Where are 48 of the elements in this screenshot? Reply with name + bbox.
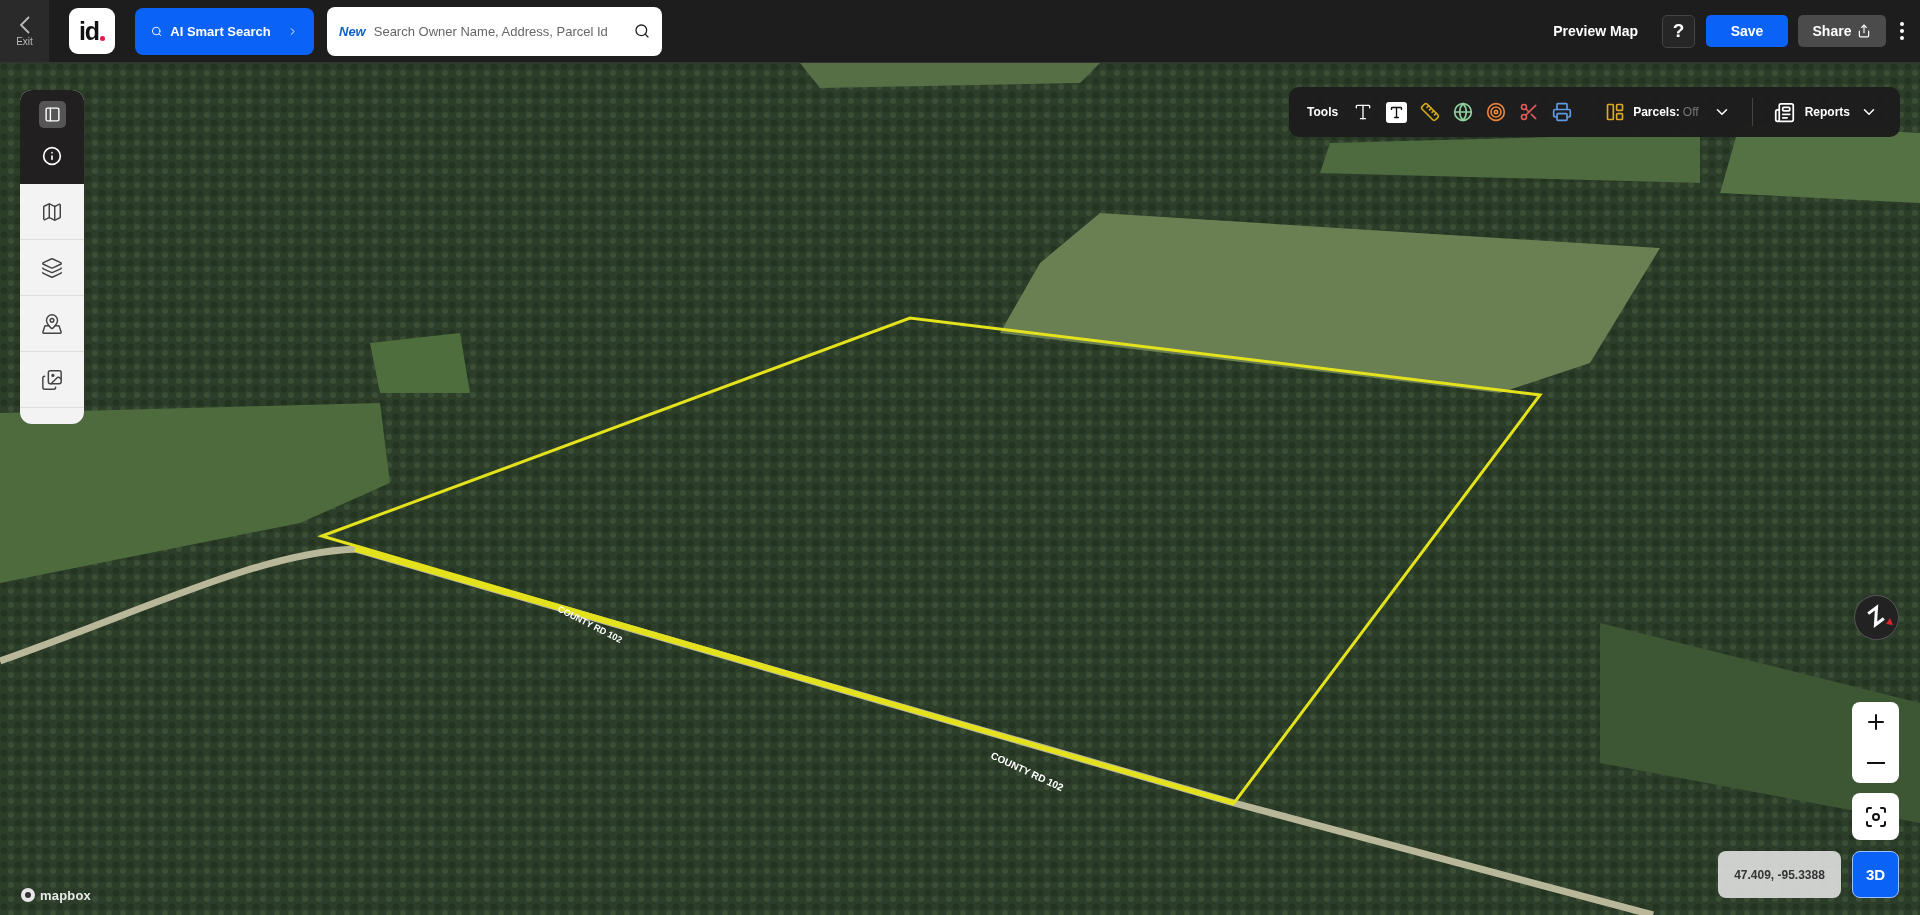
print-button[interactable] bbox=[1552, 102, 1573, 122]
fit-view-button[interactable] bbox=[1852, 793, 1899, 840]
reports-icon bbox=[1773, 101, 1795, 123]
coordinates-readout: 47.409, -95.3388 bbox=[1718, 851, 1841, 898]
parcels-toggle[interactable]: Parcels: Off bbox=[1605, 102, 1731, 122]
concentric-circles-icon bbox=[1486, 102, 1507, 122]
globe-icon bbox=[1453, 102, 1474, 122]
info-icon bbox=[42, 146, 62, 166]
map-pin-icon bbox=[41, 312, 63, 335]
search-box[interactable]: New Search Owner Name, Address, Parcel Id bbox=[327, 6, 662, 56]
exit-label: Exit bbox=[16, 35, 33, 47]
reports-button[interactable]: Reports bbox=[1773, 101, 1878, 123]
panel-toggle-button[interactable] bbox=[38, 101, 66, 128]
images-icon bbox=[41, 368, 63, 391]
radius-tool-button[interactable] bbox=[1486, 102, 1507, 122]
3d-toggle-button[interactable]: 3D bbox=[1852, 851, 1899, 898]
ruler-tool-button[interactable] bbox=[1420, 102, 1441, 122]
globe-tool-button[interactable] bbox=[1453, 102, 1474, 122]
save-button[interactable]: Save bbox=[1706, 15, 1788, 47]
minus-icon bbox=[1866, 761, 1885, 764]
text-box-icon bbox=[1386, 101, 1408, 123]
mapbox-attribution[interactable]: mapbox bbox=[40, 887, 92, 903]
panel-icon bbox=[43, 106, 61, 123]
back-icon bbox=[19, 15, 30, 34]
compass-icon[interactable] bbox=[1853, 594, 1900, 641]
ai-smart-search-button[interactable]: AI Smart Search bbox=[135, 7, 314, 55]
printer-icon bbox=[1552, 102, 1573, 122]
share-button[interactable]: Share bbox=[1798, 15, 1886, 47]
tools-label: Tools bbox=[1307, 105, 1339, 119]
parcels-icon bbox=[1605, 102, 1626, 122]
more-icon bbox=[1900, 22, 1904, 40]
layers-icon bbox=[41, 256, 63, 279]
logo[interactable]: id bbox=[69, 8, 115, 54]
focus-frame-icon bbox=[1863, 804, 1888, 829]
map-icon bbox=[41, 200, 63, 223]
exit-button[interactable]: Exit bbox=[0, 0, 49, 62]
text-box-tool-button[interactable] bbox=[1386, 101, 1408, 123]
preview-map-link[interactable]: Preview Map bbox=[1553, 23, 1638, 39]
help-button[interactable]: ? bbox=[1662, 14, 1695, 48]
ruler-icon bbox=[1420, 102, 1441, 122]
share-icon bbox=[1857, 24, 1872, 38]
logo-text: id bbox=[78, 16, 100, 46]
logo-dot-icon bbox=[100, 36, 106, 41]
mapbox-logo-icon bbox=[20, 887, 36, 903]
search-icon[interactable] bbox=[634, 23, 650, 39]
more-options-button[interactable] bbox=[1900, 22, 1904, 40]
new-label: New bbox=[339, 23, 366, 39]
parcel-boundary[interactable] bbox=[317, 316, 1543, 806]
